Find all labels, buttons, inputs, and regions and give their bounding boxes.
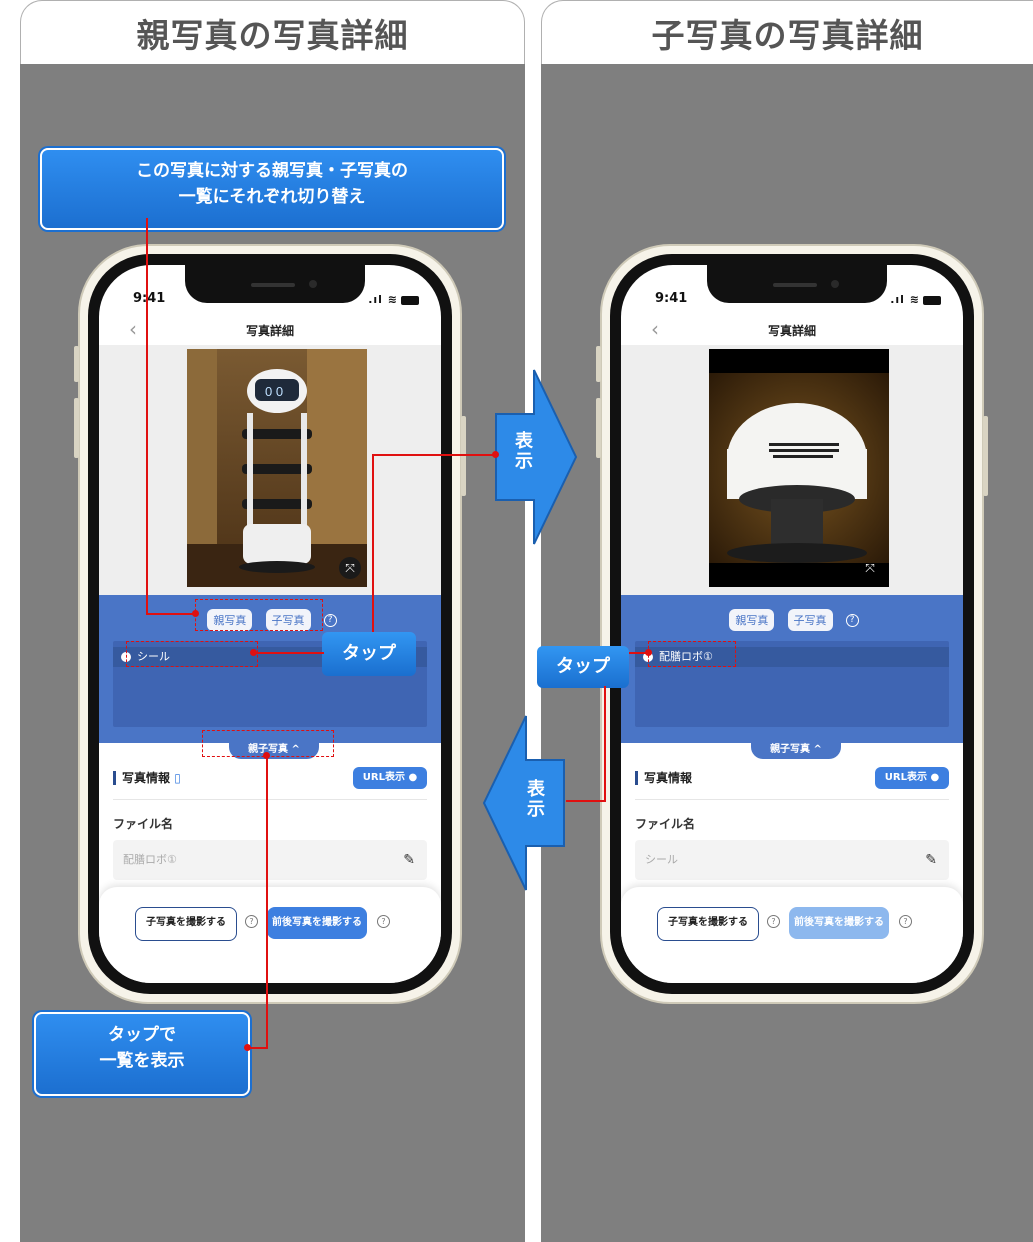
status-time: 9:41 [133,291,166,306]
connector-line [566,800,606,802]
phone-notch [185,265,365,303]
highlight-list-item [648,641,736,667]
connector-line [256,652,324,654]
help-icon[interactable]: ? [245,915,258,928]
chip-parent-photo[interactable]: 親写真 [729,609,775,631]
file-name-field[interactable]: シール ✎ [635,840,949,880]
connector-dot [244,1044,251,1051]
robot-photo[interactable]: 0 0 ⤧ [187,349,367,587]
file-name-field[interactable]: 配膳ロボ① ✎ [113,840,427,880]
chip-row: 親写真 子写真 ? [621,609,963,631]
bottom-action-card: 子写真を撮影する ? 前後写真を撮影する ? [621,887,963,983]
left-panel-heading: 親写真の写真詳細 [20,0,525,64]
connector-line [604,686,606,802]
chip-child-photo[interactable]: 子写真 [787,609,833,631]
photo-info-title: 写真情報 [635,771,692,785]
take-child-photo-button[interactable]: 子写真を撮影する [135,907,237,941]
photo-area: ⤧ [621,345,963,595]
photo-area: 0 0 ⤧ [99,345,441,595]
tap-badge: タップ [537,646,629,688]
right-phone: 9:41 .ıl ≋ ‹ 写真詳細 ⤧ 親写真 子写真 ? 配膳ロボ① 親子写真… [596,244,988,1004]
phone-side-button [74,346,79,382]
right-panel-heading: 子写真の写真詳細 [541,0,1033,64]
phone-side-button [596,398,601,458]
connector-dot [250,649,257,656]
phone-side-button [983,416,988,496]
nav-title: 写真詳細 [767,324,816,338]
connector-dot [192,610,199,617]
connector-line [372,454,494,456]
signal-wifi-battery-icon: .ıl ≋ [890,293,941,306]
highlight-chips [195,599,323,631]
parent-child-panel: 親写真 子写真 ? 配膳ロボ① [621,595,963,743]
help-icon[interactable]: ? [767,915,780,928]
phone-side-button [596,346,601,382]
phone-notch [707,265,887,303]
help-icon[interactable]: ? [377,915,390,928]
svg-text:0 0: 0 0 [265,384,283,399]
sticker-photo[interactable]: ⤧ [709,349,889,587]
phone-side-button [461,416,466,496]
nav-title: 写真詳細 [245,324,294,338]
file-name-label: ファイル名 [113,817,174,831]
divider [113,799,427,800]
connector-line [266,755,268,1048]
help-icon[interactable]: ? [323,613,337,627]
signal-wifi-battery-icon: .ıl ≋ [368,293,419,306]
file-name-label: ファイル名 [635,817,696,831]
help-icon[interactable]: ? [899,915,912,928]
take-before-after-button[interactable]: 前後写真を撮影する [267,907,367,939]
show-label: 表示 [527,779,545,820]
parent-child-toggle[interactable]: 親子写真 ^ [751,741,841,759]
take-child-photo-button[interactable]: 子写真を撮影する [657,907,759,941]
pencil-icon[interactable]: ✎ [925,840,937,880]
url-display-button[interactable]: URL表示 ● [353,767,427,789]
photo-info-title: 写真情報 ▯ [113,771,181,785]
connector-line [146,218,148,614]
url-display-button[interactable]: URL表示 ● [875,767,949,789]
connector-dot [645,649,652,656]
connector-dot [492,451,499,458]
callout-switch-list: この写真に対する親写真・子写真の 一覧にそれぞれ切り替え [40,148,504,230]
expand-icon[interactable]: ⤧ [859,557,881,579]
phone-icon: ▯ [174,771,181,785]
highlight-list-item [126,641,258,667]
divider [635,799,949,800]
help-icon[interactable]: ? [845,613,859,627]
connector-dot [263,752,270,759]
connector-line [372,454,374,632]
pencil-icon[interactable]: ✎ [403,840,415,880]
connector-line [146,613,196,615]
status-time: 9:41 [655,291,688,306]
right-phone-screen: 9:41 .ıl ≋ ‹ 写真詳細 ⤧ 親写真 子写真 ? 配膳ロボ① 親子写真… [621,265,963,983]
phone-bezel: 9:41 .ıl ≋ ‹ 写真詳細 ⤧ 親写真 子写真 ? 配膳ロボ① 親子写真… [610,254,974,994]
tap-badge: タップ [322,632,416,676]
show-label: 表示 [515,431,533,472]
phone-side-button [74,398,79,458]
callout-tap-to-show: タップで 一覧を表示 [34,1012,250,1096]
take-before-after-button[interactable]: 前後写真を撮影する [789,907,889,939]
expand-icon[interactable]: ⤧ [339,557,361,579]
bottom-action-card: 子写真を撮影する ? 前後写真を撮影する ? [99,887,441,983]
